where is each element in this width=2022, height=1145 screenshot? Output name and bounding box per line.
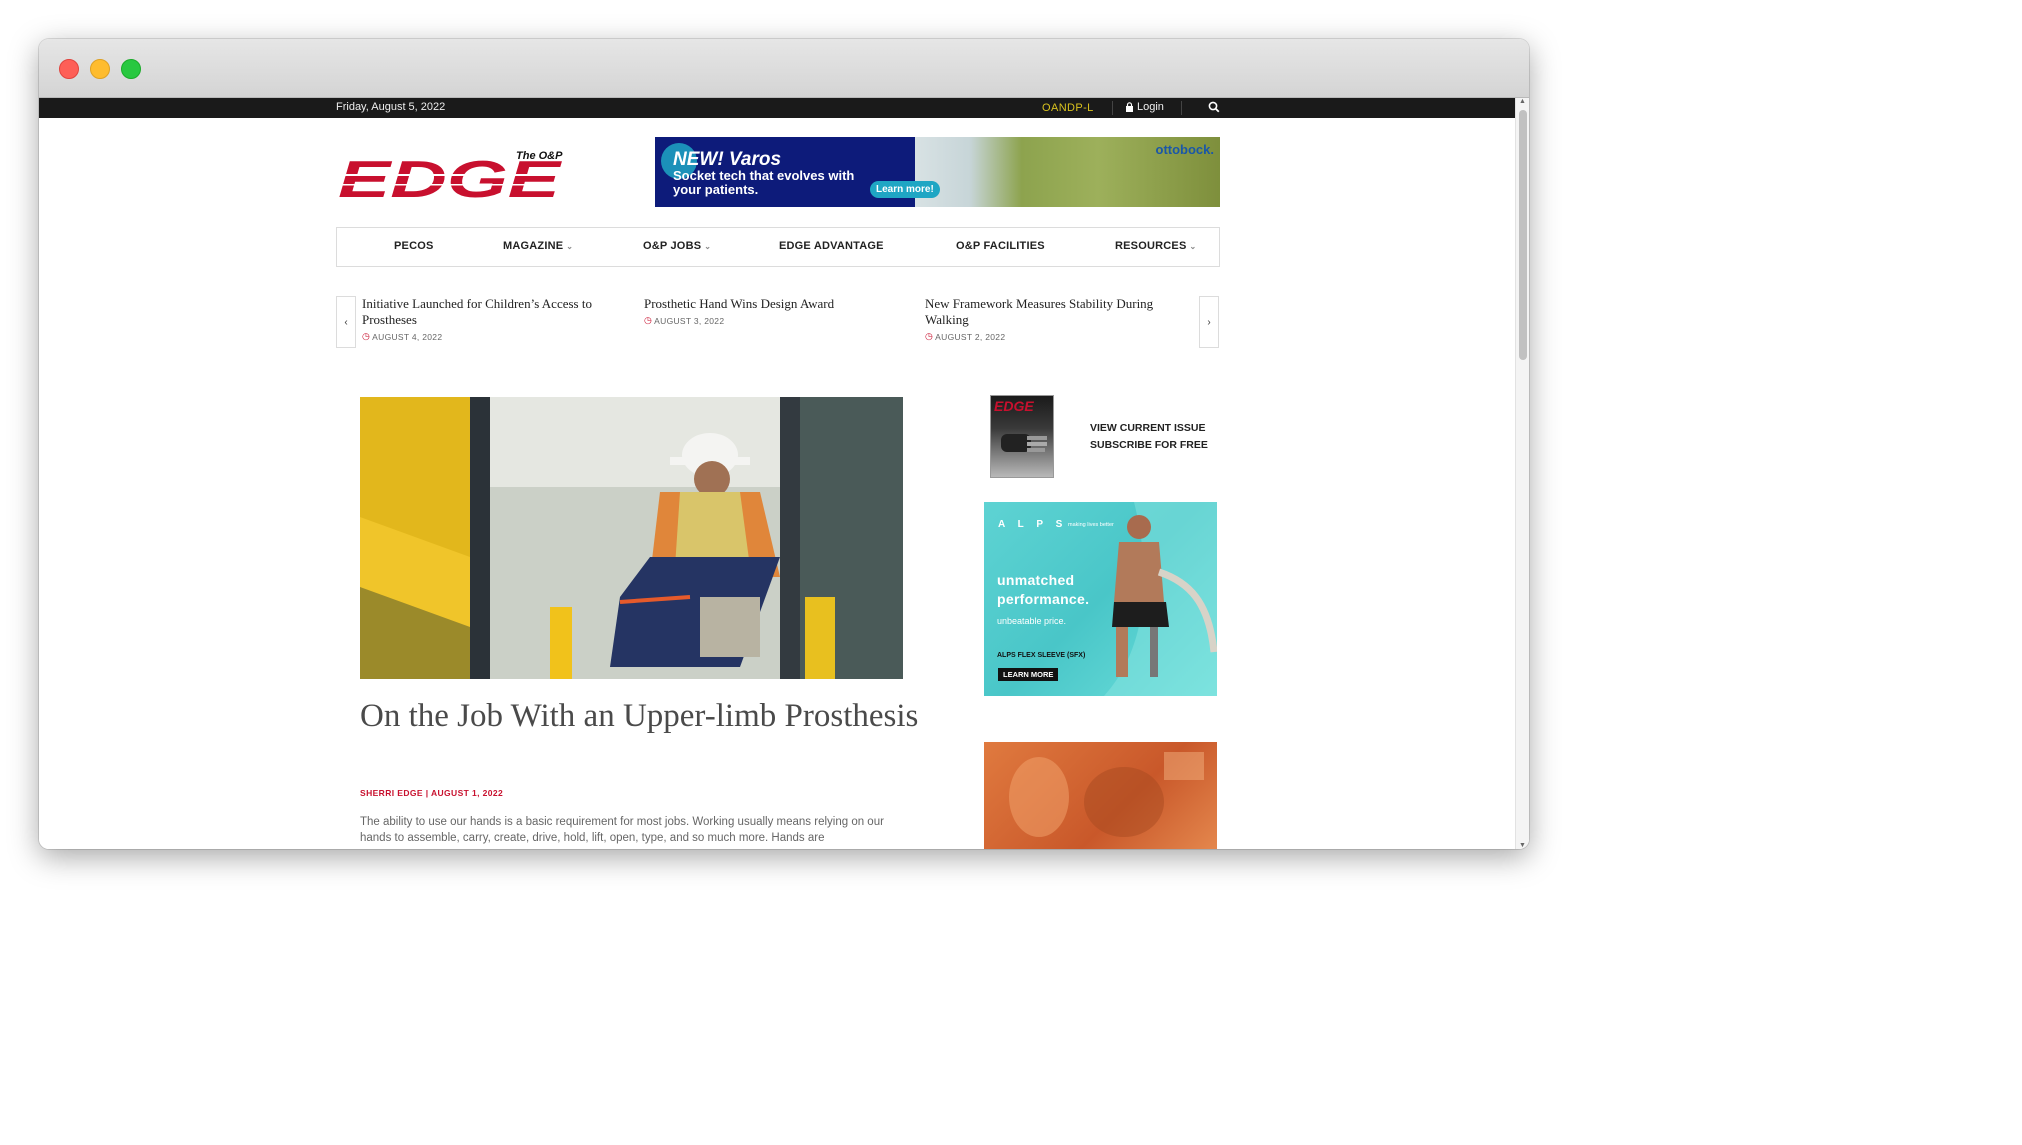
window-titlebar <box>39 39 1529 98</box>
nav-label: O&P JOBS <box>643 240 702 252</box>
ticker-prev-button[interactable]: ‹ <box>336 296 356 348</box>
clock-icon: ◷ <box>925 331 934 341</box>
news-ticker: ‹ Initiative Launched for Children’s Acc… <box>336 296 1220 348</box>
search-icon[interactable] <box>1208 101 1220 116</box>
top-bar-divider <box>1112 101 1113 115</box>
magazine-cover[interactable]: EDGE <box>990 395 1054 478</box>
ticker-date: ◷ AUGUST 4, 2022 <box>362 331 617 342</box>
zoom-window-button[interactable] <box>121 59 141 79</box>
scroll-down-icon[interactable]: ▼ <box>1519 842 1526 849</box>
banner-brand: ottobock. <box>1155 142 1215 157</box>
chevron-down-icon: ⌄ <box>566 242 574 251</box>
alps-headline: unmatched performance. <box>997 571 1089 609</box>
issue-links: VIEW CURRENT ISSUE SUBSCRIBE FOR FREE <box>1090 420 1208 454</box>
nav-label: EDGE ADVANTAGE <box>779 240 884 252</box>
nav-item-resources[interactable]: RESOURCES ⌄ <box>1115 240 1196 252</box>
ticker-date: ◷ AUGUST 2, 2022 <box>925 331 1180 342</box>
main-navigation: PECOS MAGAZINE ⌄ O&P JOBS ⌄ EDGE ADVANTAGE… <box>336 227 1220 267</box>
nav-label: O&P FACILITIES <box>956 240 1045 252</box>
nav-label: MAGAZINE <box>503 240 564 252</box>
nav-label: RESOURCES <box>1115 240 1187 252</box>
ticker-title: Prosthetic Hand Wins Design Award <box>644 296 835 311</box>
lock-icon <box>1126 102 1133 112</box>
ticker-title: Initiative Launched for Children’s Acces… <box>362 296 592 327</box>
alps-product: ALPS FLEX SLEEVE (SFX) <box>997 652 1086 659</box>
ticker-title: New Framework Measures Stability During … <box>925 296 1154 327</box>
scrollbar-thumb[interactable] <box>1519 110 1527 360</box>
ticker-next-button[interactable]: › <box>1199 296 1219 348</box>
article-byline[interactable]: SHERRI EDGE | AUGUST 1, 2022 <box>360 788 503 798</box>
nav-item-edge-advantage[interactable]: EDGE ADVANTAGE <box>779 240 884 252</box>
login-link[interactable]: Login <box>1125 101 1164 113</box>
ticker-date-text: AUGUST 2, 2022 <box>935 331 1006 342</box>
alps-tagline: making lives better <box>1068 522 1114 528</box>
nav-item-op-facilities[interactable]: O&P FACILITIES <box>956 240 1045 252</box>
page-viewport: Friday, August 5, 2022 OANDP-L Login The… <box>39 98 1529 849</box>
site-logo[interactable]: The O&P EDGE <box>336 147 568 209</box>
subscribe-link[interactable]: SUBSCRIBE FOR FREE <box>1090 437 1208 454</box>
ticker-date-text: AUGUST 3, 2022 <box>654 315 725 326</box>
clock-icon: ◷ <box>644 315 653 325</box>
chevron-down-icon: ⌄ <box>1189 242 1197 251</box>
chevron-right-icon: › <box>1207 316 1211 328</box>
ticker-item[interactable]: Initiative Launched for Children’s Acces… <box>362 296 617 342</box>
alps-headline-line: performance. <box>997 591 1090 607</box>
banner-learn-more-button[interactable]: Learn more! <box>870 181 940 198</box>
prosthetic-hand-image <box>1001 434 1047 452</box>
nav-item-magazine[interactable]: MAGAZINE ⌄ <box>503 240 573 252</box>
close-window-button[interactable] <box>59 59 79 79</box>
magazine-cover-logo: EDGE <box>994 398 1034 414</box>
chevron-left-icon: ‹ <box>344 316 348 328</box>
minimize-window-button[interactable] <box>90 59 110 79</box>
browser-window: Friday, August 5, 2022 OANDP-L Login The… <box>39 39 1529 849</box>
login-label: Login <box>1137 101 1164 113</box>
sidebar-ad-image[interactable] <box>984 742 1217 849</box>
current-date: Friday, August 5, 2022 <box>336 101 446 113</box>
alps-subline: unbeatable price. <box>997 616 1067 626</box>
article-excerpt: The ability to use our hands is a basic … <box>360 816 884 844</box>
ticker-date-text: AUGUST 4, 2022 <box>372 331 443 342</box>
alps-ad[interactable]: A L P S making lives better unmatched pe… <box>984 502 1217 696</box>
article-title[interactable]: On the Job With an Upper-limb Prosthesis <box>360 696 920 737</box>
ottobock-banner-ad[interactable]: NEW! Varos Socket tech that evolves with… <box>655 137 1220 207</box>
ticker-item[interactable]: New Framework Measures Stability During … <box>925 296 1180 342</box>
top-bar: Friday, August 5, 2022 OANDP-L Login <box>39 98 1529 118</box>
clock-icon: ◷ <box>362 331 371 341</box>
banner-subline: Socket tech that evolves with your patie… <box>673 168 855 197</box>
top-bar-divider <box>1181 101 1182 115</box>
alps-brand: A L P S <box>998 519 1068 530</box>
alps-headline-line: unmatched <box>997 572 1075 588</box>
nav-item-pecos[interactable]: PECOS <box>394 240 434 252</box>
scroll-up-icon[interactable]: ▲ <box>1519 98 1526 105</box>
nav-label: PECOS <box>394 240 434 252</box>
nav-item-op-jobs[interactable]: O&P JOBS ⌄ <box>643 240 711 252</box>
oandp-l-link[interactable]: OANDP-L <box>1042 102 1094 114</box>
article-hero-image[interactable] <box>360 397 903 679</box>
chevron-down-icon: ⌄ <box>704 242 712 251</box>
ticker-date: ◷ AUGUST 3, 2022 <box>644 315 899 326</box>
view-current-issue-link[interactable]: VIEW CURRENT ISSUE <box>1090 420 1208 437</box>
ticker-item[interactable]: Prosthetic Hand Wins Design Award ◷ AUGUS… <box>644 296 899 326</box>
page-scrollbar[interactable]: ▲ ▼ <box>1515 98 1529 849</box>
alps-learn-more-button[interactable]: LEARN MORE <box>998 668 1059 681</box>
